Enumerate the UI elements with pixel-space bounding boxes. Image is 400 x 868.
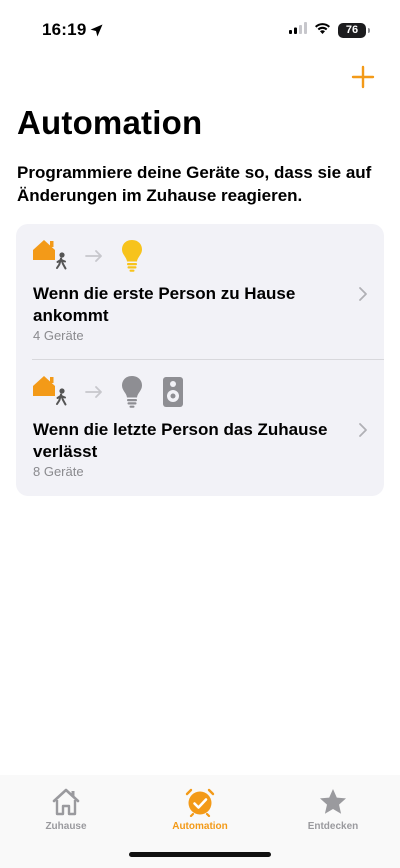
chevron-right-icon <box>358 286 368 302</box>
automation-icons <box>32 238 144 278</box>
home-indicator[interactable] <box>129 852 271 857</box>
speaker-icon <box>162 376 184 413</box>
automation-title: Wenn die letzte Person das Zuhause verlä… <box>33 420 328 461</box>
automation-first-person-arrives[interactable]: Wenn die erste Person zu Hause ankommt 4… <box>16 224 384 360</box>
arrow-right-icon <box>84 385 104 404</box>
automation-title: Wenn die erste Person zu Hause ankommt <box>33 284 296 325</box>
page-title: Automation <box>17 104 203 141</box>
tab-label: Zuhause <box>45 821 87 832</box>
star-icon <box>318 787 348 817</box>
automation-icons <box>32 374 184 414</box>
status-time: 16:19 <box>42 20 103 40</box>
tab-entdecken[interactable]: Entdecken <box>278 787 388 832</box>
clock-check-icon <box>185 787 215 818</box>
tab-zuhause[interactable]: Zuhause <box>11 787 121 832</box>
person-arrives-home-icon <box>32 238 72 279</box>
automations-list: Wenn die erste Person zu Hause ankommt 4… <box>16 224 384 496</box>
tab-label: Automation <box>172 821 228 832</box>
arrow-right-icon <box>84 249 104 268</box>
status-time-text: 16:19 <box>42 20 87 39</box>
tab-label: Entdecken <box>307 821 359 832</box>
chevron-right-icon <box>358 422 368 438</box>
house-icon <box>51 787 81 817</box>
automation-last-person-leaves[interactable]: Wenn die letzte Person das Zuhause verlä… <box>16 360 384 495</box>
automation-device-count: 4 Geräte <box>33 328 84 343</box>
battery-icon: 76 <box>338 22 370 38</box>
lightbulb-off-icon <box>120 375 144 414</box>
automation-device-count: 8 Geräte <box>33 464 84 479</box>
battery-level: 76 <box>345 24 359 36</box>
plus-icon <box>350 65 376 94</box>
lightbulb-on-icon <box>120 239 144 278</box>
status-indicators: 76 <box>289 21 370 39</box>
wifi-icon <box>314 21 331 39</box>
add-automation-button[interactable] <box>350 64 376 90</box>
signal-icon <box>289 21 307 39</box>
location-arrow-icon <box>90 24 103 37</box>
page-subtitle: Programmiere deine Geräte so, dass sie a… <box>17 163 372 205</box>
status-bar: 16:19 76 <box>0 0 400 58</box>
person-leaves-home-icon <box>32 374 72 415</box>
tab-automation[interactable]: Automation <box>145 787 255 832</box>
